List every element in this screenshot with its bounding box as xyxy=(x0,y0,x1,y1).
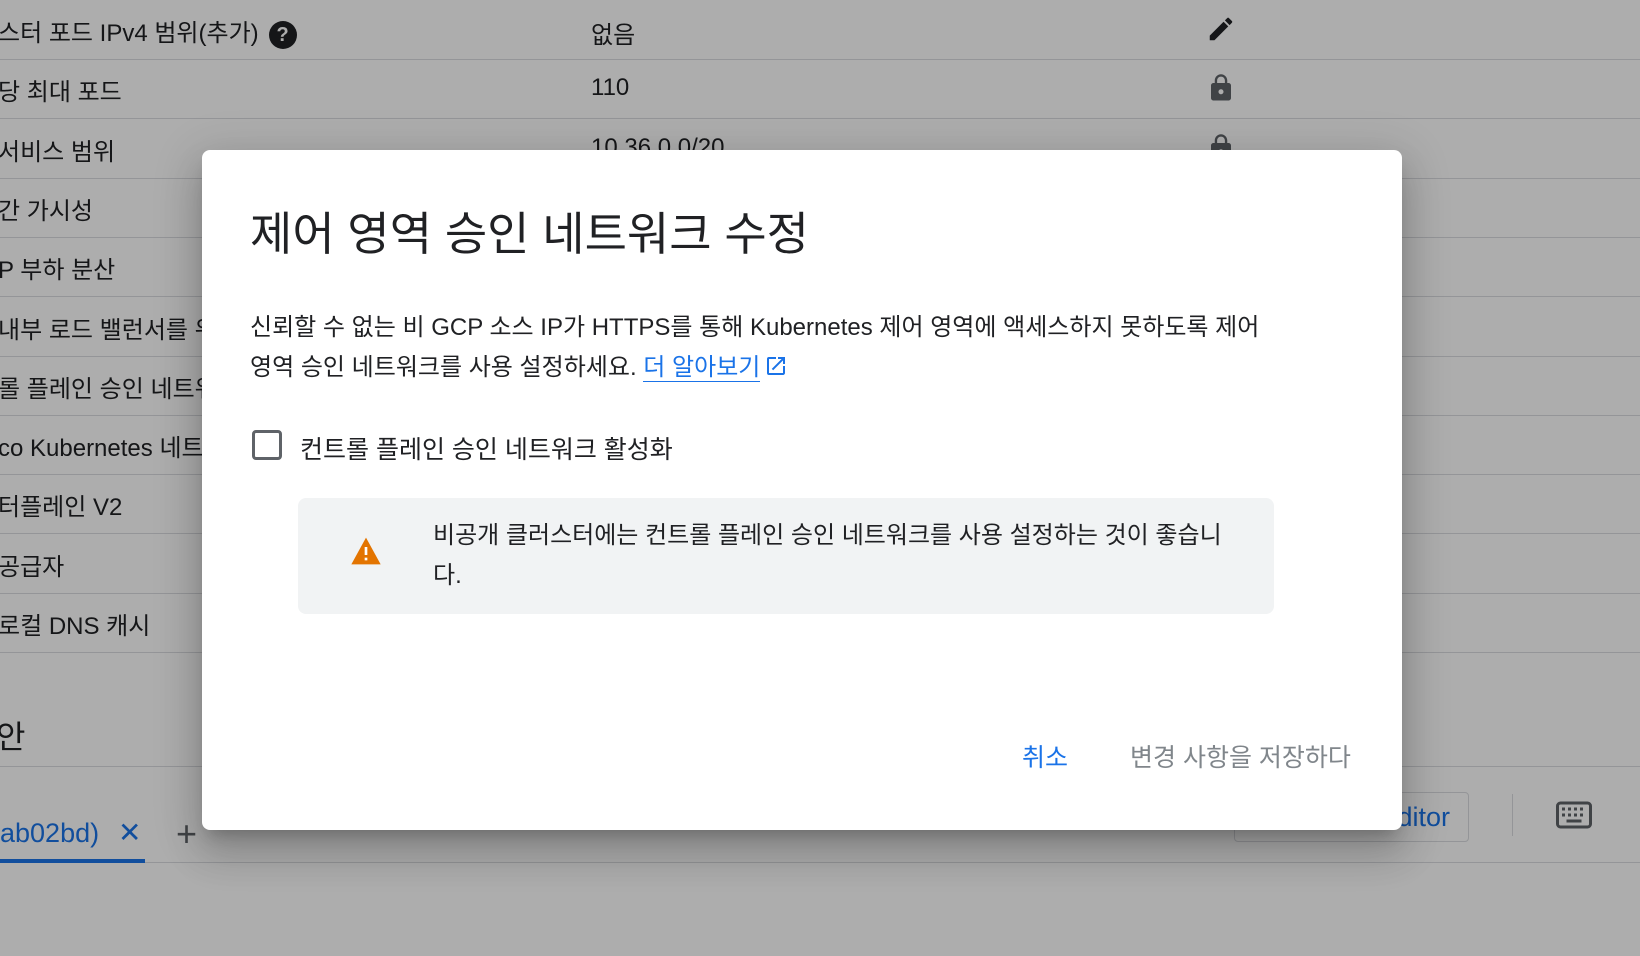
save-changes-button[interactable]: 변경 사항을 저장하다 xyxy=(1130,738,1351,774)
learn-more-label: 더 알아보기 xyxy=(643,354,761,381)
dialog-description: 신뢰할 수 없는 비 GCP 소스 IP가 HTTPS를 통해 Kubernet… xyxy=(250,308,1280,388)
warning-icon xyxy=(351,537,381,565)
dialog-title: 제어 영역 승인 네트워크 수정 xyxy=(250,208,809,260)
checkbox-label[interactable]: 컨트롤 플레인 승인 네트워크 활성화 xyxy=(300,430,673,466)
external-link-icon[interactable] xyxy=(764,354,788,378)
learn-more-link[interactable]: 더 알아보기 xyxy=(643,354,761,382)
warning-text: 비공개 클러스터에는 컨트롤 플레인 승인 네트워크를 사용 설정하는 것이 좋… xyxy=(433,522,1222,589)
cancel-button[interactable]: 취소 xyxy=(1022,738,1068,774)
enable-authorized-networks-checkbox[interactable] xyxy=(252,430,282,460)
warning-callout: 비공개 클러스터에는 컨트롤 플레인 승인 네트워크를 사용 설정하는 것이 좋… xyxy=(298,498,1274,614)
edit-authorized-networks-dialog: 제어 영역 승인 네트워크 수정 신뢰할 수 없는 비 GCP 소스 IP가 H… xyxy=(202,150,1402,830)
